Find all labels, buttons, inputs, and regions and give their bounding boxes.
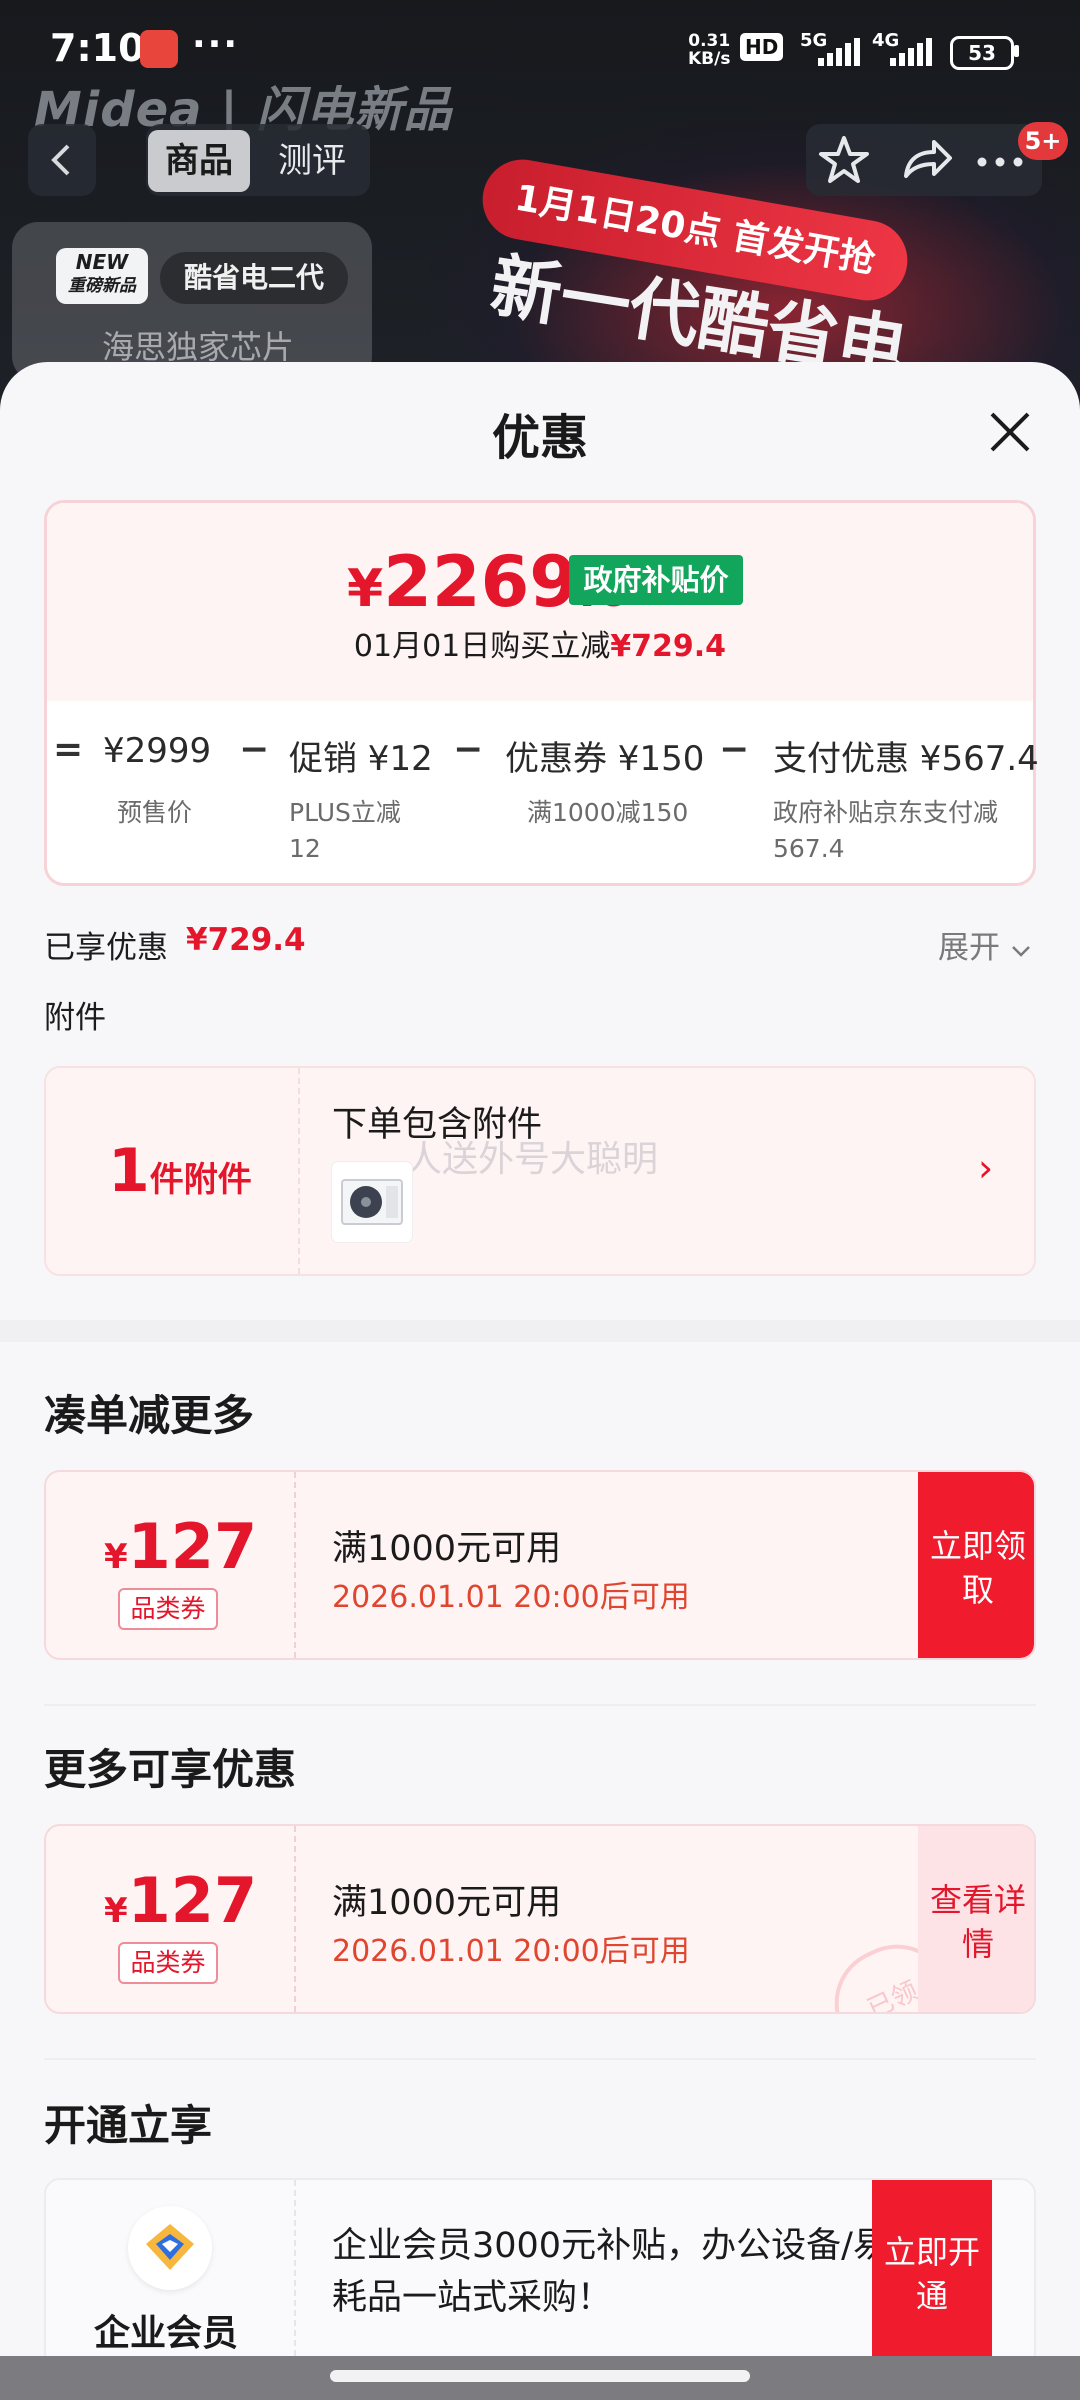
divider [44, 2058, 1036, 2060]
presale-label: 预售价 [117, 798, 193, 827]
attachment-count: 1件附件 [108, 1136, 252, 1206]
coupon-amount: 优惠券 ¥150 [505, 739, 705, 779]
minus-sign: − [719, 729, 750, 770]
membership-section-title: 开通立享 [44, 2101, 213, 2150]
diamond-icon [146, 2224, 194, 2270]
coupon-label: 满1000减150 [527, 798, 689, 827]
enjoyed-discount-value: ¥729.4 [186, 922, 306, 958]
coupon-amount-number: 127 [127, 1864, 258, 1937]
home-indicator[interactable] [330, 2370, 750, 2382]
coupon-category-tag: 品类券 [118, 1942, 218, 1984]
payment-label: 政府补贴京东支付减567.4 [773, 798, 999, 863]
coupon-condition: 满1000元可用 [332, 1883, 562, 1923]
expand-button[interactable]: 展开 [938, 922, 1032, 967]
network-speed-value: 0.31 [688, 31, 731, 51]
section-divider [0, 1320, 1080, 1342]
minus-sign: − [453, 729, 484, 770]
signal-4g-icon [890, 38, 934, 66]
network-speed: 0.31 KB/s [688, 32, 730, 68]
new-tag-line2: 重磅新品 [68, 276, 136, 296]
tab-product[interactable]: 商品 [148, 130, 250, 192]
star-icon[interactable] [812, 128, 876, 192]
date-amount: ¥729.4 [610, 629, 727, 664]
purchase-date-discount: 01月01日购买立减¥729.4 [47, 621, 1033, 665]
coupon-value: ¥127 [104, 1864, 257, 1937]
network-speed-unit: KB/s [688, 49, 731, 69]
member-button-wrap: 立即开通 [872, 2180, 992, 2366]
battery-tip [1014, 45, 1019, 57]
coupon-valid-time: 2026.01.01 20:00后可用 [332, 1580, 690, 1615]
attachment-card[interactable]: 1件附件 下单包含附件 人送外号大聪明 › [44, 1066, 1036, 1276]
status-time: 7:10 [50, 26, 145, 70]
divider [44, 1704, 1036, 1706]
hd-indicator: HD [740, 33, 784, 61]
message-count-badge: 5+ [1018, 122, 1068, 160]
gov-subsidy-tag: 政府补贴价 [569, 555, 743, 605]
watermark-text: 人送外号大聪明 [406, 1139, 659, 1180]
presale-price: ¥2999 [103, 731, 212, 771]
member-name: 企业会员 [94, 2313, 239, 2354]
attachment-count-unit: 件附件 [149, 1160, 252, 1200]
more-offers-section-title: 更多可享优惠 [44, 1745, 297, 1794]
equals-sign: = [53, 729, 84, 770]
coupon-category-tag: 品类券 [118, 1588, 218, 1630]
coupon-amount-number: 127 [127, 1510, 258, 1583]
open-membership-button[interactable]: 立即开通 [872, 2180, 992, 2366]
sheet-title: 优惠 [491, 410, 588, 466]
chevron-right-icon: › [978, 1146, 994, 1190]
outdoor-unit-thumbnail [332, 1162, 412, 1242]
attachment-count-number: 1 [108, 1136, 150, 1206]
chevron-down-icon [1011, 946, 1030, 957]
minus-sign: − [239, 729, 270, 770]
enterprise-member-card: 企业会员 企业会员3000元补贴，办公设备/易耗品一站式采购！ 立即开通 [44, 2178, 1036, 2368]
tab-review[interactable]: 测评 [262, 130, 362, 192]
close-icon[interactable] [986, 408, 1034, 456]
back-button[interactable] [28, 124, 96, 196]
price-breakdown-card: ¥2269.6 政府补贴价 01月01日购买立减¥729.4 = ¥2999 −… [44, 500, 1039, 886]
claim-coupon-button[interactable]: 立即领取 [918, 1472, 1034, 1658]
coupon-valid-time: 2026.01.01 20:00后可用 [332, 1934, 690, 1969]
status-more-dots: ··· [192, 24, 240, 65]
coupon-currency: ¥ [104, 1537, 128, 1577]
combine-section-title: 凑单减更多 [44, 1391, 255, 1440]
signal-5g-icon [818, 38, 862, 66]
promotion-amount: 促销 ¥12 [289, 739, 433, 779]
coupon-condition: 满1000元可用 [332, 1529, 562, 1569]
view-details-button[interactable]: 查看详情 [918, 1826, 1034, 2012]
expand-label: 展开 [938, 930, 1000, 966]
date-text: 01月01日购买立减 [353, 629, 611, 664]
attachment-section-title: 附件 [44, 1000, 106, 1036]
enterprise-member-icon [128, 2206, 212, 2290]
share-icon[interactable] [894, 128, 958, 192]
more-offers-coupon-card: ¥127 品类券 满1000元可用 2026.01.01 20:00后可用 已领… [44, 1824, 1036, 2014]
back-arrow-icon [51, 144, 70, 176]
battery-icon: 53 [950, 36, 1014, 70]
price-integer: 2269 [383, 541, 579, 623]
new-tag-line1: NEW [75, 250, 129, 274]
coupon-currency: ¥ [104, 1891, 128, 1931]
combine-coupon-card: ¥127 品类券 满1000元可用 2026.01.01 20:00后可用 立即… [44, 1470, 1036, 1660]
ac-outdoor-unit-icon [341, 1179, 403, 1225]
price-currency: ¥ [347, 559, 384, 619]
new-product-tag: NEW 重磅新品 [56, 248, 148, 304]
enjoyed-discount-label: 已享优惠 [44, 930, 168, 966]
generation-tag: 酷省电二代 [160, 252, 348, 304]
promotion-label: PLUS立减12 [289, 798, 401, 863]
coupon-value: ¥127 [104, 1510, 257, 1583]
app-notification-icon [140, 30, 178, 68]
discount-sheet: 优惠 ¥2269.6 政府补贴价 01月01日购买立减¥729.4 = ¥299… [0, 362, 1080, 2400]
member-description: 企业会员3000元补贴，办公设备/易耗品一站式采购！ [332, 2226, 888, 2318]
payment-discount: 支付优惠 ¥567.4 [773, 739, 1039, 779]
